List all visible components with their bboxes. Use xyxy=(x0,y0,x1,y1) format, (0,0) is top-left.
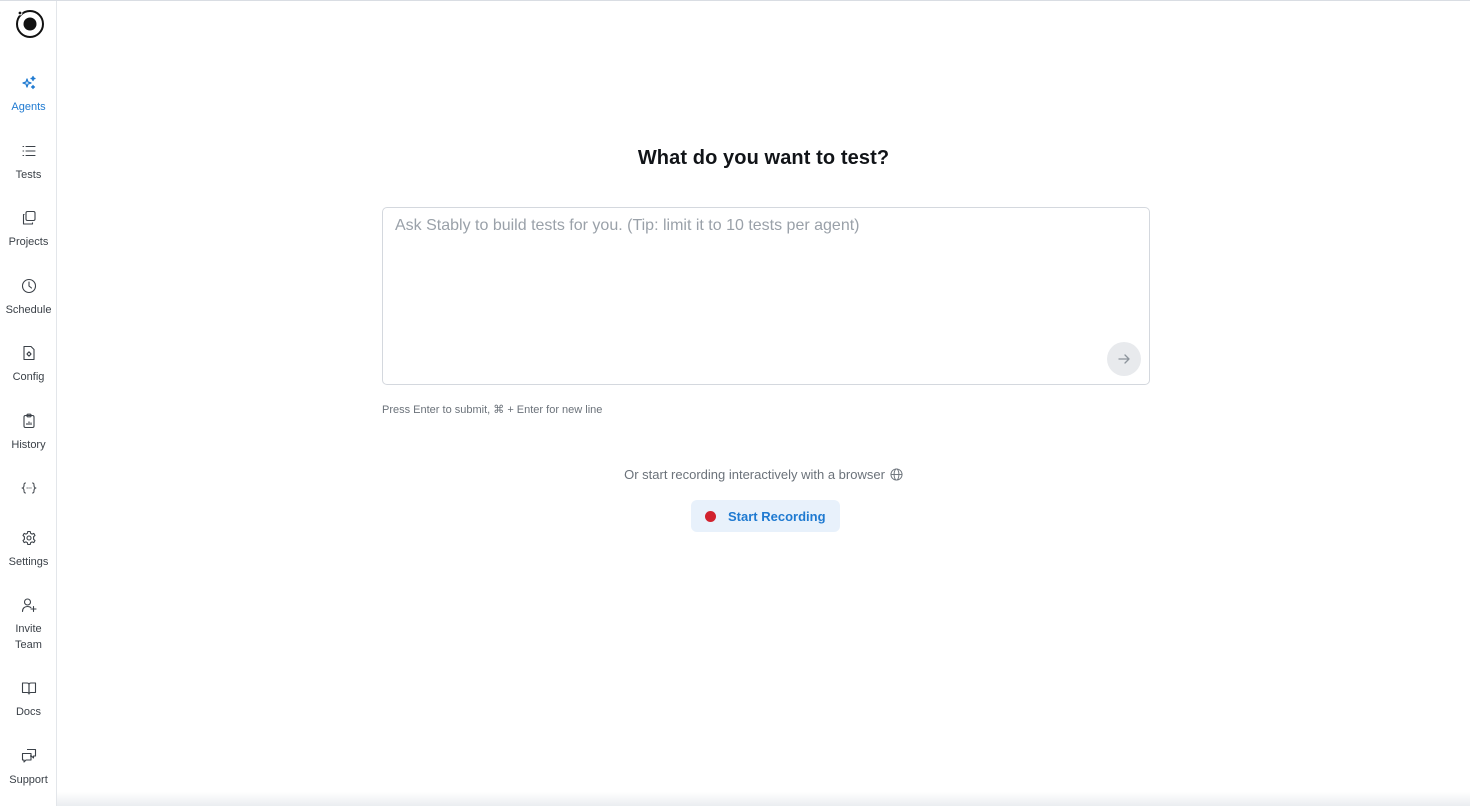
start-recording-button[interactable]: Start Recording xyxy=(691,500,840,532)
sidebar-item-label: Tests xyxy=(15,169,42,181)
list-icon xyxy=(21,145,36,157)
user-plus-icon xyxy=(21,598,37,613)
recording-prompt-text: Or start recording interactively with a … xyxy=(624,467,885,482)
sidebar-item-invite-team[interactable]: Invite Team xyxy=(0,597,57,653)
sidebar-item-label: Schedule xyxy=(5,304,52,316)
sidebar-item-settings[interactable]: Settings xyxy=(0,530,57,570)
copy-icon xyxy=(22,210,36,225)
prompt-input[interactable] xyxy=(383,208,1149,384)
sidebar-item-docs[interactable]: Docs xyxy=(0,680,57,720)
sidebar-item-agents[interactable]: Agents xyxy=(0,75,57,115)
bottom-shadow xyxy=(57,792,1470,806)
sidebar: Agents Tests Projects Schedule Config Hi… xyxy=(0,1,57,806)
sidebar-item-label: Projects xyxy=(8,236,49,248)
app-logo[interactable] xyxy=(15,9,45,39)
sidebar-item-support[interactable]: Support xyxy=(0,748,57,788)
record-dot-icon xyxy=(705,510,716,522)
sidebar-item-label: Support xyxy=(9,774,48,786)
sidebar-item-label: Settings xyxy=(8,556,49,568)
clipboard-icon xyxy=(22,413,35,429)
arrow-right-icon xyxy=(1118,354,1130,364)
sidebar-item-projects[interactable]: Projects xyxy=(0,210,57,250)
gear-icon xyxy=(21,530,36,546)
sidebar-item-history[interactable]: History xyxy=(0,413,57,453)
braces-icon xyxy=(20,482,37,494)
clock-icon xyxy=(21,278,36,294)
sidebar-item-label: Config xyxy=(12,371,45,383)
globe-icon xyxy=(890,468,903,481)
sidebar-item-label: Invite Team xyxy=(15,623,42,651)
recording-prompt: Or start recording interactively with a … xyxy=(57,467,1470,482)
start-recording-label: Start Recording xyxy=(728,508,826,524)
book-icon xyxy=(21,682,36,695)
main-content: What do you want to test? Press Enter to… xyxy=(57,1,1470,806)
sidebar-item-tests[interactable]: Tests xyxy=(0,143,57,183)
sidebar-item-label: History xyxy=(11,439,46,451)
chat-icon xyxy=(21,748,36,763)
sidebar-item-variables[interactable] xyxy=(0,480,57,496)
prompt-box xyxy=(382,207,1150,385)
config-file-icon xyxy=(22,345,35,361)
sidebar-item-config[interactable]: Config xyxy=(0,345,57,385)
sparkles-icon xyxy=(21,75,36,90)
submit-hint: Press Enter to submit, ⌘ + Enter for new… xyxy=(382,404,603,416)
app-window: Agents Tests Projects Schedule Config Hi… xyxy=(0,0,1470,806)
send-button[interactable] xyxy=(1107,342,1141,376)
sidebar-item-label: Agents xyxy=(11,101,46,113)
sidebar-item-schedule[interactable]: Schedule xyxy=(0,278,57,318)
sidebar-item-label: Docs xyxy=(15,706,42,718)
page-title: What do you want to test? xyxy=(637,147,890,169)
